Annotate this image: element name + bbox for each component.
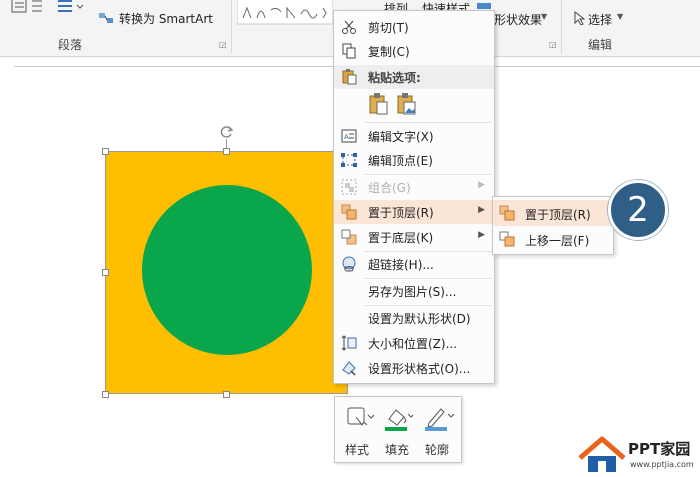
group-divider [231,0,232,54]
svg-text:A: A [344,133,349,141]
submenu-item-label: 置于顶层(R) [525,208,591,222]
menu-item-copy[interactable]: 复制(C) [334,39,494,63]
align-icon[interactable] [56,0,86,18]
arrange-submenu: 置于顶层(R) 上移一层(F) [492,196,614,255]
submenu-item-bring-to-front[interactable]: 置于顶层(R) [493,200,613,226]
shape-style-icon [347,405,375,434]
select-cursor-icon [573,10,586,28]
paste-options-header: 粘贴选项: [334,65,494,89]
style-button[interactable]: 样式 [339,403,375,459]
menu-item-label: 设置形状格式(O)... [368,362,471,376]
submenu-item-bring-forward[interactable]: 上移一层(F) [493,226,613,252]
menu-item-size-position[interactable]: 大小和位置(Z)... [334,331,494,355]
bring-forward-icon [499,231,515,247]
menu-item-set-default-shape[interactable]: 设置为默认形状(D) [334,306,494,330]
fill-label: 填充 [384,443,409,457]
rotate-handle-icon[interactable] [219,124,235,143]
fill-bucket-icon [383,405,415,436]
paragraph-dialog-launcher-icon[interactable]: ◲ [219,40,227,49]
menu-item-hyperlink[interactable]: 超链接(H)... [334,252,494,276]
menu-item-label: 大小和位置(Z)... [368,337,458,351]
select-button[interactable]: 选择 [588,11,612,28]
convert-smartart-button[interactable]: 转换为 SmartArt [119,10,213,27]
menu-item-label: 粘贴选项: [368,71,421,85]
submenu-arrow-icon: ▶ [478,180,485,190]
menu-item-label: 设置为默认形状(D) [368,312,471,326]
resize-handle[interactable] [102,269,109,276]
bring-to-front-icon [341,204,357,220]
menu-separator [364,122,492,123]
numbered-list-icon[interactable] [10,0,44,18]
watermark-brand: PPT家园 [628,440,691,458]
hyperlink-icon [341,256,357,272]
group-divider [561,0,562,54]
shape-effects-button[interactable]: 形状效果 [494,11,542,28]
submenu-arrow-icon: ▶ [478,230,485,240]
menu-item-label: 组合(G) [368,181,411,195]
paste-as-picture-icon[interactable] [396,93,416,118]
house-logo-icon [576,436,628,477]
watermark: PPT家园 www.pptjia.com [574,434,700,475]
context-menu: 剪切(T) 复制(C) 粘贴选项: A 编辑文字(X) 编辑顶点(E) 组合(G… [333,10,495,384]
drawing-dialog-launcher-icon[interactable]: ◲ [549,40,557,49]
outline-button[interactable]: 轮廓 [419,403,455,459]
editing-group-label: 编辑 [588,38,613,52]
send-to-back-icon [341,229,357,245]
resize-handle[interactable] [102,148,109,155]
scissors-icon [341,19,357,35]
step-number-badge: 2 [608,180,668,240]
dropdown-arrow-icon[interactable]: ▼ [541,12,547,21]
menu-item-edit-points[interactable]: 编辑顶点(E) [334,148,494,172]
paragraph-group-label: 段落 [58,38,83,52]
menu-item-label: 另存为图片(S)... [368,285,457,299]
mini-toolbar: 样式 填充 轮廓 [334,396,462,463]
bring-to-front-icon [499,205,515,221]
format-shape-icon [341,360,357,376]
paste-icon [341,69,357,85]
edit-text-icon: A [341,128,357,144]
style-label: 样式 [344,443,369,457]
dropdown-arrow-icon[interactable]: ▼ [617,12,623,21]
smartart-icon [98,10,114,29]
size-position-icon [341,335,357,351]
menu-item-label: 超链接(H)... [368,258,434,272]
green-circle-shape[interactable] [142,185,312,355]
shapes-gallery-icon[interactable] [236,0,334,29]
submenu-arrow-icon: ▶ [478,205,485,215]
menu-item-format-shape[interactable]: 设置形状格式(O)... [334,356,494,380]
resize-handle[interactable] [102,391,109,398]
menu-item-label: 置于底层(K) [368,231,434,245]
menu-item-cut[interactable]: 剪切(T) [334,15,494,39]
menu-item-label: 编辑文字(X) [368,130,434,144]
group-icon [341,179,357,195]
paste-keep-source-icon[interactable] [368,93,388,118]
menu-item-save-as-picture[interactable]: 另存为图片(S)... [334,279,494,303]
menu-item-send-to-back[interactable]: 置于底层(K) ▶ [334,225,494,249]
outline-pen-icon [423,405,455,436]
watermark-url: www.pptjia.com [630,460,694,469]
menu-item-label: 置于顶层(R) [368,206,434,220]
submenu-item-label: 上移一层(F) [525,234,590,248]
menu-item-label: 编辑顶点(E) [368,154,433,168]
fill-button[interactable]: 填充 [379,403,415,459]
menu-item-label: 剪切(T) [368,21,409,35]
outline-label: 轮廓 [424,443,449,457]
edit-points-icon [341,152,357,168]
copy-icon [341,43,357,59]
resize-handle[interactable] [223,148,230,155]
resize-handle[interactable] [223,391,230,398]
menu-item-group[interactable]: 组合(G) ▶ [334,175,494,199]
menu-item-edit-text[interactable]: A 编辑文字(X) [334,124,494,148]
menu-item-bring-to-front[interactable]: 置于顶层(R) ▶ [334,200,494,224]
menu-item-label: 复制(C) [368,45,410,59]
